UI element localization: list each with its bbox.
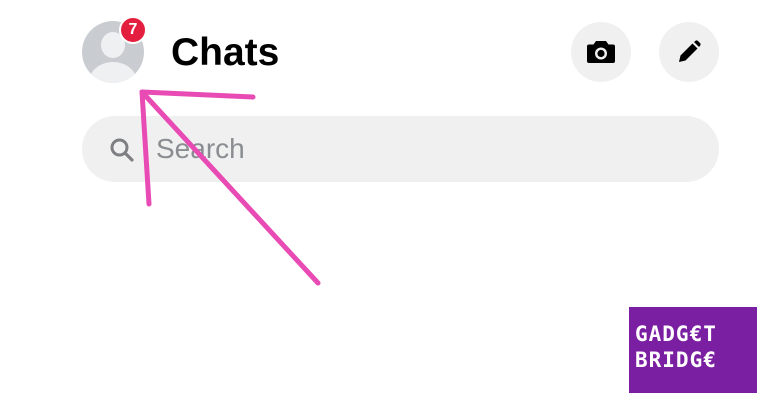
compose-button[interactable] bbox=[659, 22, 719, 82]
search-bar[interactable] bbox=[82, 116, 719, 182]
pencil-icon bbox=[679, 40, 701, 62]
gadget-bridge-logo: GADG€T BRIDG€ bbox=[629, 307, 757, 393]
avatar-shoulders-shape bbox=[89, 62, 137, 83]
camera-button[interactable] bbox=[571, 22, 631, 82]
logo-line-2: BRIDG€ bbox=[635, 348, 717, 372]
messenger-chats-screen: 7 Chats GADG€T BRIDG€ bbox=[0, 0, 768, 402]
page-title: Chats bbox=[171, 31, 280, 74]
logo-line-1: GADG€T bbox=[635, 322, 717, 346]
search-input[interactable] bbox=[156, 128, 676, 170]
search-icon bbox=[110, 138, 134, 162]
camera-icon bbox=[587, 41, 615, 63]
notification-badge: 7 bbox=[119, 16, 147, 44]
